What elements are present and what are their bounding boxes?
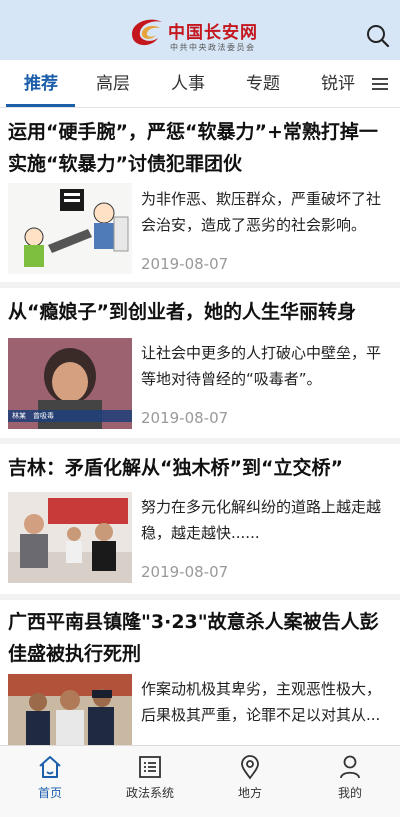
nav-profile[interactable]: 我的 (300, 746, 400, 817)
active-tab-indicator (6, 104, 75, 107)
location-icon (241, 755, 259, 780)
news-thumbnail[interactable] (8, 674, 132, 745)
nav-label: 首页 (37, 786, 62, 800)
logo-subtitle: 中共中央政法委员会 (170, 43, 256, 52)
news-title[interactable]: 吉林：矛盾化解从“独木桥”到“立交桥” (8, 452, 394, 484)
news-title[interactable]: 运用“硬手腕”，严惩“软暴力”+常熟打掉一实施“软暴力”讨债犯罪团伙 (8, 116, 394, 180)
home-icon (39, 756, 61, 778)
nav-local[interactable]: 地方 (200, 746, 300, 817)
tab-recommend[interactable]: 推荐 (8, 60, 74, 108)
news-thumbnail[interactable] (8, 492, 132, 583)
news-item[interactable]: 吉林：矛盾化解从“独木桥”到“立交桥” 努力在多元化解纠纷的道路上越走越稳，越走… (0, 444, 400, 596)
search-icon[interactable] (364, 22, 392, 50)
tab-leadership[interactable]: 高层 (80, 60, 146, 108)
bottom-nav: 首页 政法系统 地方 我的 (0, 745, 400, 817)
news-item[interactable]: 从“瘾娘子”到创业者，她的人生华丽转身 林某 曾吸毒 让社会中更多的人打破心中壁… (0, 288, 400, 438)
news-summary: 努力在多元化解纠纷的道路上越走越稳，越走越快...... (141, 498, 382, 542)
news-summary: 作案动机极其卑劣，主观恶性极大，后果极其严重，论罪不足以对其从... (141, 680, 382, 724)
user-icon (340, 755, 360, 779)
nav-home[interactable]: 首页 (0, 746, 100, 817)
news-title[interactable]: 广西平南县镇隆"3·23"故意杀人案被告人彭佳盛被执行死刑 (8, 606, 394, 670)
tab-topics[interactable]: 专题 (230, 60, 296, 108)
nav-legal-system[interactable]: 政法系统 (100, 746, 200, 817)
menu-icon[interactable] (370, 76, 390, 92)
news-thumbnail[interactable]: 林某 曾吸毒 (8, 338, 132, 429)
thumb-caption: 林某 曾吸毒 (12, 412, 54, 420)
logo-title: 中国长安网 (168, 23, 258, 43)
tab-personnel[interactable]: 人事 (155, 60, 221, 108)
news-date: 2019-08-07 (141, 409, 229, 427)
news-item[interactable]: 广西平南县镇隆"3·23"故意杀人案被告人彭佳盛被执行死刑 作案动机极其卑劣，主… (0, 600, 400, 745)
nav-label: 政法系统 (125, 786, 174, 800)
news-summary: 让社会中更多的人打破心中壁垒，平等地对待曾经的“吸毒者”。 (141, 344, 382, 388)
photo-image (8, 492, 132, 583)
logo-swoosh-icon (132, 19, 162, 46)
cartoon-illustration-image (8, 183, 132, 274)
nav-label: 地方 (237, 786, 262, 800)
nav-label: 我的 (337, 786, 362, 800)
news-date: 2019-08-07 (141, 563, 229, 581)
app-header: 中国长安网 中共中央政法委员会 (0, 0, 400, 60)
news-thumbnail[interactable] (8, 183, 132, 274)
news-date: 2019-08-07 (141, 255, 229, 273)
news-title[interactable]: 从“瘾娘子”到创业者，她的人生华丽转身 (8, 296, 394, 328)
app-logo: 中国长安网 中共中央政法委员会 (128, 14, 278, 54)
news-item[interactable]: 运用“硬手腕”，严惩“软暴力”+常熟打掉一实施“软暴力”讨债犯罪团伙 为非作恶、… (0, 108, 400, 288)
list-icon (139, 756, 161, 778)
news-summary: 为非作恶、欺压群众，严重破坏了社会治安，造成了恶劣的社会影响。 (141, 190, 382, 234)
category-tabs: 推荐 高层 人事 专题 锐评 (0, 60, 400, 108)
photo-image (8, 674, 132, 745)
tab-commentary[interactable]: 锐评 (305, 60, 371, 108)
